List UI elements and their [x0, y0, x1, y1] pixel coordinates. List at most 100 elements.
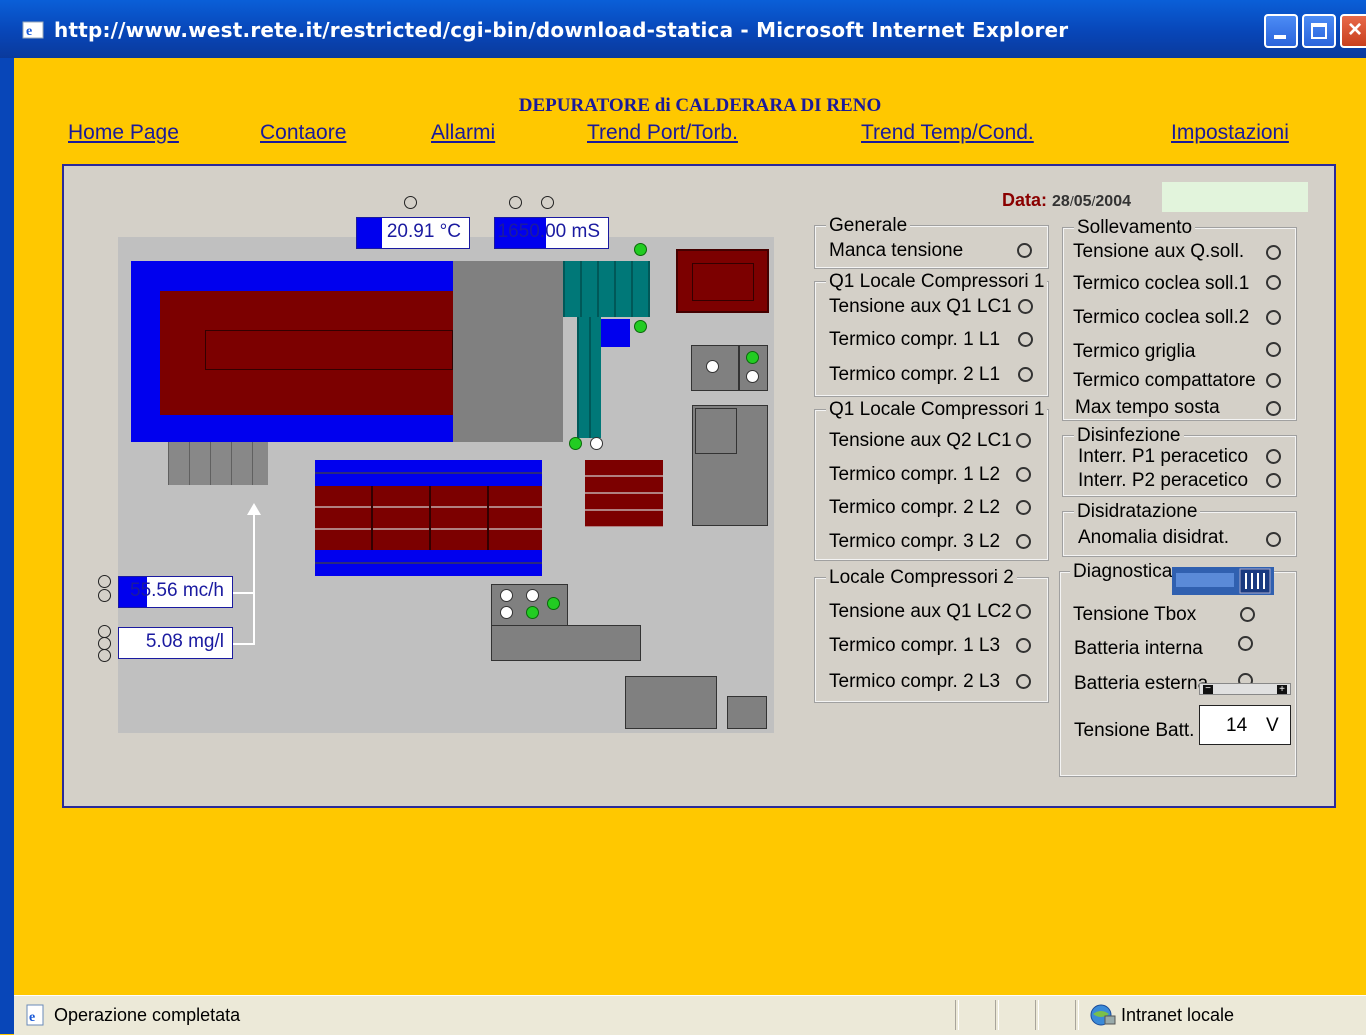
page-icon: e: [26, 1004, 44, 1026]
alarm-radio[interactable]: [1018, 299, 1033, 314]
pump-indicator: [746, 351, 759, 364]
nav-impostazioni[interactable]: Impostazioni: [1171, 121, 1289, 145]
temperature-display: 20.91 °C: [356, 217, 470, 249]
alarm-radio[interactable]: [1266, 373, 1281, 388]
status-text: Operazione completata: [54, 1005, 241, 1025]
valve-indicator: [526, 606, 539, 619]
battery-voltage-display: 14 V: [1199, 705, 1291, 745]
valve-indicator: [500, 589, 513, 602]
filter-indicator: [634, 320, 647, 333]
diagnostic-radio[interactable]: [1240, 607, 1255, 622]
alarm-label: Interr. P1 peracetico: [1078, 446, 1249, 467]
temperature-indicator: [404, 196, 417, 209]
chlorination-tank: [676, 249, 769, 313]
battery-icon: − +: [1199, 683, 1291, 695]
oxidation-tank-channel: [205, 330, 453, 370]
alarm-radio[interactable]: [1016, 534, 1031, 549]
alarm-radio[interactable]: [1016, 467, 1031, 482]
filter-pipes: [577, 317, 601, 438]
alarm-radio[interactable]: [1266, 401, 1281, 416]
battery-minus-icon: −: [1203, 684, 1213, 694]
maximize-icon: [1311, 23, 1327, 39]
alarm-radio[interactable]: [1266, 275, 1281, 290]
alarm-label: Termico compr. 3 L2: [829, 531, 1001, 552]
alarm-radio[interactable]: [1266, 342, 1281, 357]
valve-indicator: [526, 589, 539, 602]
nav-trend-temp-cond[interactable]: Trend Temp/Cond.: [861, 121, 1034, 145]
group-title: Disinfezione: [1074, 426, 1184, 446]
alarm-radio[interactable]: [1266, 473, 1281, 488]
flow-display: 55.56 mc/h: [118, 576, 233, 608]
alarm-radio[interactable]: [1018, 367, 1033, 382]
nav-home-page[interactable]: Home Page: [68, 121, 179, 145]
alarm-label: Max tempo sosta: [1075, 397, 1220, 418]
date-highlight: [1162, 182, 1308, 212]
secondary-basin: [315, 460, 542, 576]
nav-trend-port-torb[interactable]: Trend Port/Torb.: [587, 121, 738, 145]
alarm-radio[interactable]: [1018, 332, 1033, 347]
valve-indicator: [500, 606, 513, 619]
security-zone: Intranet locale: [1121, 1005, 1235, 1025]
status-divider: [1035, 1000, 1039, 1030]
storage-room: [727, 696, 767, 729]
alarm-radio[interactable]: [1016, 433, 1031, 448]
sedimentation-tank: [453, 261, 563, 442]
alarm-radio[interactable]: [1016, 500, 1031, 515]
status-divider: [995, 1000, 999, 1030]
concentration-indicator: [98, 649, 111, 662]
alarm-radio[interactable]: [1016, 604, 1031, 619]
date-display: Data: 28/05/2004: [1002, 190, 1131, 210]
conductivity-indicator: [509, 196, 522, 209]
tbox-logo-icon: [1172, 567, 1274, 595]
nav-allarmi[interactable]: Allarmi: [431, 121, 495, 145]
flow-indicator: [98, 575, 111, 588]
filter-unit: [563, 261, 650, 317]
alarm-label: Tensione aux Q.soll.: [1073, 241, 1245, 262]
status-divider: [955, 1000, 959, 1030]
filter-indicator: [634, 243, 647, 256]
close-button[interactable]: ×: [1340, 14, 1366, 48]
group-title: Q1 Locale Compressori 1: [826, 272, 1048, 292]
window-title: http://www.west.rete.it/restricted/cgi-b…: [54, 18, 1069, 42]
alarm-label: Termico griglia: [1073, 341, 1196, 362]
diagnostic-radio[interactable]: [1238, 636, 1253, 651]
alarm-radio[interactable]: [1266, 310, 1281, 325]
alarm-label: Tensione aux Q2 LC1: [829, 430, 1012, 451]
battery-voltage-label: Tensione Batt.: [1074, 720, 1195, 741]
conductivity-display: 1650.00 mS: [494, 217, 609, 249]
sludge-thickener: [692, 405, 768, 526]
intranet-globe-icon: [1090, 1004, 1116, 1026]
diagnostic-label: Tensione Tbox: [1073, 604, 1197, 625]
minimize-button[interactable]: [1264, 14, 1298, 48]
diagnostic-label: Batteria interna: [1074, 638, 1203, 659]
alarm-label: Termico coclea soll.1: [1073, 273, 1250, 294]
concentration-display: 5.08 mg/l: [118, 627, 233, 659]
alarm-label: Termico coclea soll.2: [1073, 307, 1250, 328]
internet-explorer-icon: e: [22, 21, 44, 39]
sludge-grid: [168, 442, 268, 485]
alarm-radio[interactable]: [1266, 532, 1281, 547]
maximize-button[interactable]: [1302, 14, 1336, 48]
alarm-label: Termico compr. 1 L2: [829, 464, 1001, 485]
alarm-label: Termico compr. 2 L1: [829, 364, 1001, 385]
page-title: DEPURATORE di CALDERARA DI RENO: [518, 95, 882, 116]
alarm-radio[interactable]: [1017, 243, 1032, 258]
nav-contaore[interactable]: Contaore: [260, 121, 346, 145]
battery-plus-icon: +: [1277, 685, 1287, 695]
alarm-radio[interactable]: [1266, 449, 1281, 464]
dewatering-unit: [585, 460, 663, 527]
pipe-gallery: [491, 625, 641, 661]
flow-line: [253, 512, 255, 645]
alarm-radio[interactable]: [1016, 638, 1031, 653]
group-title: Generale: [826, 216, 911, 236]
group-title: Locale Compressori 2: [826, 568, 1017, 588]
filter-pump: [600, 319, 630, 347]
alarm-label: Tensione aux Q1 LC2: [829, 601, 1012, 622]
alarm-label: Interr. P2 peracetico: [1078, 470, 1249, 491]
control-room: [625, 676, 717, 729]
alarm-label: Manca tensione: [829, 240, 964, 261]
alarm-radio[interactable]: [1266, 245, 1281, 260]
pump-indicator: [746, 370, 759, 383]
alarm-radio[interactable]: [1016, 674, 1031, 689]
minimize-icon: [1274, 35, 1286, 39]
